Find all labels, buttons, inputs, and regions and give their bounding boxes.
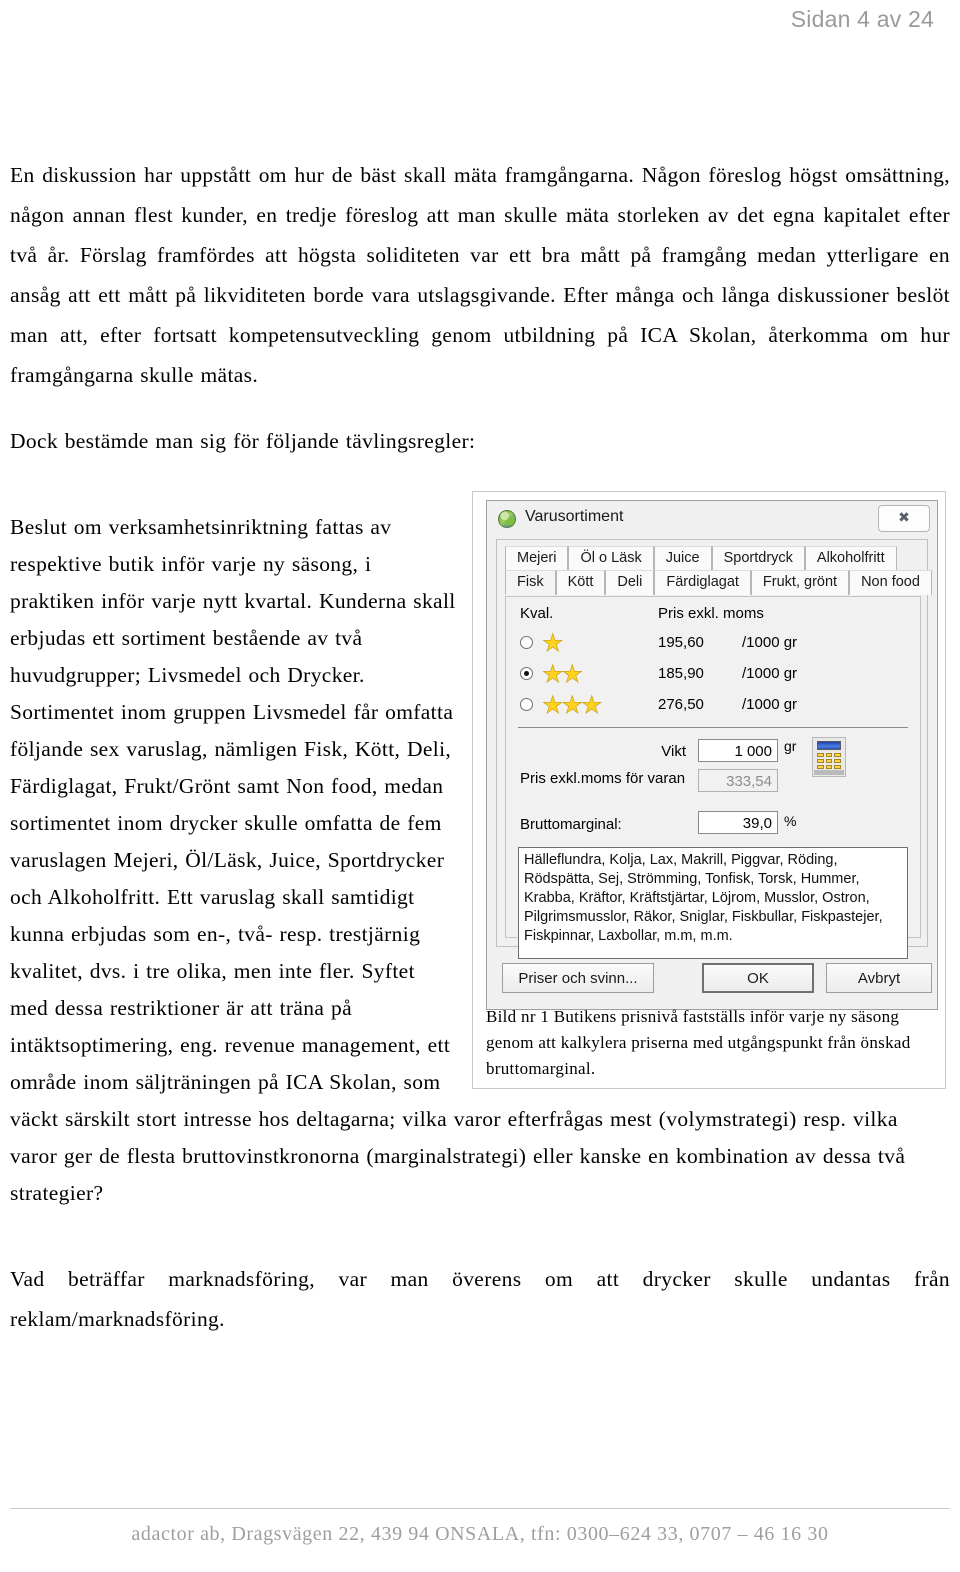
calculator-keys [817, 753, 841, 769]
vikt-input[interactable]: 1 000 [698, 739, 778, 762]
unit-gram: gr [784, 738, 797, 754]
quality-column-header: Kval. [520, 605, 554, 622]
calc-key [817, 759, 824, 763]
label-pris-exkl-moms: Pris exkl.moms för varan [520, 770, 686, 787]
paragraph-1: En diskussion har uppstått om hur de bäs… [10, 163, 950, 387]
calc-key [817, 753, 824, 757]
price-two-star: 185,90 [658, 665, 704, 682]
radio-three-star[interactable] [520, 698, 533, 711]
quality-row-three-star[interactable]: ★★★ 276,50 /1000 gr [516, 691, 910, 722]
radio-one-star[interactable] [520, 636, 533, 649]
star-rating-three: ★★★ [542, 692, 603, 720]
unit-two-star: /1000 gr [742, 665, 798, 682]
calculator-screen [817, 741, 841, 750]
calc-key [834, 765, 841, 769]
tab-sportdryck[interactable]: Sportdryck [711, 546, 805, 570]
tab-fardiglagat[interactable]: Färdiglagat [654, 570, 751, 595]
section-divider [518, 727, 908, 728]
price-three-star: 276,50 [658, 696, 704, 713]
bruttomarginal-input[interactable]: 39,0 [698, 811, 778, 834]
calc-key [825, 759, 833, 763]
unit-percent: % [784, 813, 797, 829]
tab-non-food[interactable]: Non food [849, 570, 932, 595]
calc-key [834, 753, 841, 757]
dialog-titlebar: Varusortiment ✖ [487, 501, 937, 537]
figure-caption: Bild nr 1 Butikens prisnivå fastställs i… [486, 1007, 911, 1078]
tab-kott[interactable]: Kött [555, 570, 606, 595]
document-content: En diskussion har uppstått om hur de bäs… [10, 155, 950, 1339]
calculator-base [814, 770, 844, 775]
tab-panel-fisk: Kval. Pris exkl. moms ★ 195,60 /1000 gr [505, 596, 921, 959]
price-column-header: Pris exkl. moms [658, 605, 764, 622]
calculator-icon[interactable] [812, 737, 846, 777]
tab-container: Mejeri Öl o Läsk Juice Sportdryck Alkoho… [496, 539, 932, 959]
quality-row-one-star[interactable]: ★ 195,60 /1000 gr [516, 629, 910, 660]
varusortiment-dialog: Varusortiment ✖ Mejeri Öl o Läsk Juice S… [486, 500, 938, 1010]
label-bruttomarginal: Bruttomarginal: [520, 816, 622, 833]
calc-key [817, 765, 824, 769]
paragraph-spacer-3 [10, 1233, 950, 1259]
footer-contact-text: adactor ab, Dragsvägen 22, 439 94 ONSALA… [131, 1523, 829, 1545]
quality-row-two-star[interactable]: ★★ 185,90 /1000 gr [516, 660, 910, 691]
paragraph-spacer-2 [10, 461, 950, 487]
star-rating-one: ★ [542, 630, 564, 658]
tab-row-food: Fisk Kött Deli Färdiglagat Frukt, grönt … [505, 570, 932, 595]
tab-juice[interactable]: Juice [653, 546, 712, 570]
priser-och-svinn-button[interactable]: Priser och svinn... [502, 963, 654, 993]
unit-three-star: /1000 gr [742, 696, 798, 713]
embedded-screenshot: Varusortiment ✖ Mejeri Öl o Läsk Juice S… [472, 491, 946, 1089]
tab-ol-o-lask[interactable]: Öl o Läsk [568, 546, 654, 570]
document-page: Sidan 4 av 24 En diskussion har uppstått… [0, 0, 960, 1572]
page-footer: adactor ab, Dragsvägen 22, 439 94 ONSALA… [10, 1508, 950, 1546]
page-header-indicator: Sidan 4 av 24 [790, 6, 934, 32]
close-icon[interactable]: ✖ [878, 505, 930, 532]
label-vikt: Vikt [661, 743, 686, 760]
calc-key [834, 759, 841, 763]
tab-row-drinks: Mejeri Öl o Läsk Juice Sportdryck Alkoho… [505, 546, 921, 570]
star-rating-two: ★★ [542, 661, 584, 689]
avbryt-button[interactable]: Avbryt [826, 963, 932, 993]
screenshot-inner: Varusortiment ✖ Mejeri Öl o Läsk Juice S… [486, 500, 938, 1010]
app-globe-icon [498, 510, 516, 528]
ok-button[interactable]: OK [702, 963, 814, 993]
paragraph-4: Vad beträffar marknadsföring, var man öv… [10, 1267, 950, 1331]
tab-mejeri[interactable]: Mejeri [505, 546, 569, 570]
dialog-button-bar: Priser och svinn... OK Avbryt [496, 963, 932, 997]
tab-frukt-gront[interactable]: Frukt, grönt [750, 570, 850, 595]
tab-deli[interactable]: Deli [605, 570, 655, 595]
tab-fisk[interactable]: Fisk [505, 570, 556, 595]
unit-one-star: /1000 gr [742, 634, 798, 651]
tab-alkoholfritt[interactable]: Alkoholfritt [804, 546, 897, 570]
calc-key [825, 765, 833, 769]
footer-divider [10, 1508, 950, 1509]
assortment-listbox[interactable]: Hälleflundra, Kolja, Lax, Makrill, Piggv… [518, 847, 908, 959]
price-one-star: 195,60 [658, 634, 704, 651]
dialog-title: Varusortiment [525, 508, 624, 525]
calc-key [825, 753, 833, 757]
paragraph-2: Dock bestämde man sig för följande tävli… [10, 429, 476, 453]
figure-block: Varusortiment ✖ Mejeri Öl o Läsk Juice S… [472, 491, 950, 1089]
pris-readonly-field: 333,54 [698, 769, 778, 792]
radio-two-star[interactable] [520, 667, 533, 680]
